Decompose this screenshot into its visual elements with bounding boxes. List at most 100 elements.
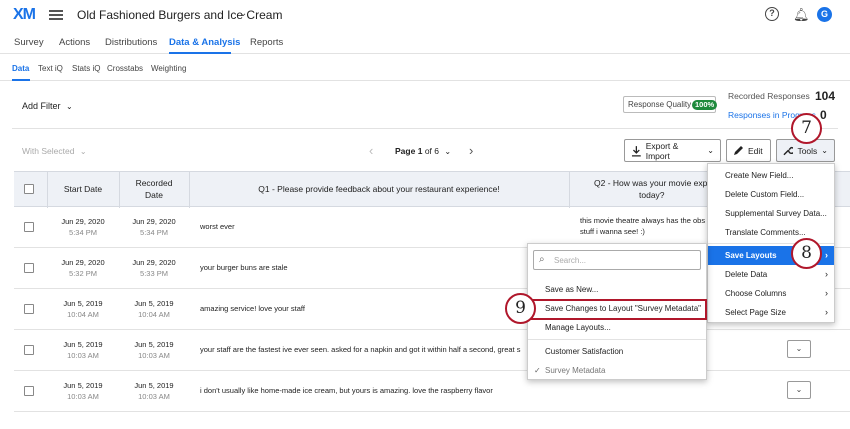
subtab-crosstabs[interactable]: Crosstabs [107, 64, 143, 73]
row-recorded-date: Jun 29, 2020 5:33 PM [132, 258, 176, 278]
tab-data-analysis[interactable]: Data & Analysis [169, 37, 240, 48]
row-actions-button[interactable]: ⌄ [787, 340, 811, 358]
select-all-checkbox[interactable] [24, 184, 34, 194]
response-quality-button[interactable]: Response Quality 100% [623, 96, 718, 113]
row-checkbox[interactable] [24, 345, 34, 355]
checkmark-icon: ✓ [534, 366, 541, 375]
step-callout-8: 8 [791, 238, 822, 269]
manage-layouts-item[interactable]: Manage Layouts... [528, 319, 706, 337]
header-q1[interactable]: Q1 - Please provide feedback about your … [189, 184, 569, 194]
menu-item-select-page-size[interactable]: Select Page Size › [708, 303, 834, 322]
add-filter-label: Add Filter [22, 101, 61, 111]
with-selected-dropdown[interactable]: With Selected ⌄ [22, 146, 87, 156]
table-row[interactable]: Jun 5, 2019 10:03 AM Jun 5, 2019 10:03 AM … [14, 330, 850, 371]
chevron-down-icon[interactable]: ⌄ [239, 8, 247, 19]
row-recorded-date: Jun 5, 2019 10:03 AM [134, 340, 174, 360]
row-actions-button[interactable]: ⌄ [787, 381, 811, 399]
save-as-new-item[interactable]: Save as New... [528, 281, 706, 299]
chevron-down-icon: ⌄ [795, 344, 803, 353]
subtab-text-iq[interactable]: Text iQ [38, 64, 63, 73]
chevron-right-icon: › [825, 288, 828, 298]
wrench-icon [783, 146, 794, 156]
edit-button[interactable]: Edit [726, 139, 771, 162]
highlight-box [531, 299, 707, 320]
row-q1-response: amazing service! love your staff [200, 304, 305, 313]
menu-item-translate-comments[interactable]: Translate Comments... [708, 223, 834, 242]
layout-survey-metadata[interactable]: ✓ Survey Metadata [528, 362, 706, 380]
menu-item-create-new-field[interactable]: Create New Field... [708, 166, 834, 185]
responses-in-progress-count: 0 [820, 108, 827, 122]
chevron-down-icon: ⌄ [66, 102, 73, 111]
chevron-down-icon: ⌄ [707, 146, 714, 155]
hamburger-menu-icon[interactable] [49, 10, 63, 20]
row-recorded-date: Jun 5, 2019 10:03 AM [134, 381, 174, 401]
tab-distributions[interactable]: Distributions [105, 37, 157, 48]
header-q2-line1[interactable]: Q2 - How was your movie exp [594, 178, 707, 188]
chevron-down-icon: ⌄ [79, 147, 87, 156]
sub-nav: Data Text iQ Stats iQ Crosstabs Weightin… [0, 55, 850, 81]
page-prefix: Page [395, 146, 416, 156]
export-import-button[interactable]: Export & Import ⌄ [624, 139, 721, 162]
row-q2-response: this movie theatre always has the obs stu… [580, 216, 706, 236]
menu-item-delete-data[interactable]: Delete Data › [708, 265, 834, 284]
header-recorded-date-line1[interactable]: Recorded [119, 178, 189, 188]
row-start-date: Jun 29, 2020 5:32 PM [61, 258, 105, 278]
chevron-down-icon: ⌄ [444, 147, 452, 156]
row-checkbox[interactable] [24, 386, 34, 396]
main-nav: Survey Actions Distributions Data & Anal… [0, 30, 850, 54]
response-quality-badge: 100% [692, 100, 718, 110]
bell-icon[interactable]: 🔔︎ [793, 7, 810, 23]
xm-logo[interactable]: XM [13, 6, 36, 24]
tab-actions[interactable]: Actions [59, 37, 90, 48]
chevron-right-icon: › [825, 250, 828, 260]
layout-customer-satisfaction[interactable]: Customer Satisfaction [528, 343, 706, 361]
tab-survey[interactable]: Survey [14, 37, 44, 48]
avatar[interactable]: G [817, 7, 832, 22]
page-selector[interactable]: Page 1 of 6 ⌄ [395, 146, 451, 156]
row-start-date: Jun 5, 2019 10:03 AM [63, 340, 103, 360]
recorded-responses-label: Recorded Responses [728, 91, 810, 101]
step-callout-7: 7 [791, 113, 822, 144]
search-placeholder: Search... [554, 256, 587, 265]
menu-item-delete-custom-field[interactable]: Delete Custom Field... [708, 185, 834, 204]
chevron-right-icon: › [825, 269, 828, 279]
header-recorded-date-line2: Date [145, 190, 163, 200]
response-quality-label: Response Quality [628, 100, 692, 109]
row-checkbox[interactable] [24, 304, 34, 314]
tools-label: Tools [797, 145, 818, 156]
help-icon[interactable]: ? [765, 7, 779, 21]
subtab-weighting[interactable]: Weighting [151, 64, 186, 73]
row-q1-response: your burger buns are stale [200, 263, 288, 272]
save-layouts-submenu: ⌕ Search... Save as New... Save Changes … [527, 243, 707, 380]
layout-search-input[interactable]: ⌕ Search... [533, 250, 701, 270]
active-subtab-indicator [12, 79, 30, 81]
chevron-right-icon: › [825, 307, 828, 317]
recorded-responses-count: 104 [815, 89, 836, 103]
row-start-date: Jun 29, 2020 5:34 PM [61, 217, 105, 237]
row-checkbox[interactable] [24, 222, 34, 232]
table-row[interactable]: Jun 5, 2019 10:03 AM Jun 5, 2019 10:03 AM … [14, 371, 850, 412]
menu-item-choose-columns[interactable]: Choose Columns › [708, 284, 834, 303]
header-start-date[interactable]: Start Date [47, 184, 119, 194]
next-page-icon[interactable]: › [469, 143, 473, 158]
row-q1-response: i don't usually like home-made ice cream… [200, 386, 493, 395]
with-selected-label: With Selected [22, 146, 75, 156]
top-bar: XM Old Fashioned Burgers and Ice Cream ⌄… [0, 0, 850, 30]
tab-reports[interactable]: Reports [250, 37, 283, 48]
row-recorded-date: Jun 29, 2020 5:34 PM [132, 217, 176, 237]
subtab-data[interactable]: Data [12, 64, 29, 73]
row-q1-response: worst ever [200, 222, 235, 231]
step-callout-9: 9 [505, 293, 536, 324]
search-icon: ⌕ [539, 254, 545, 265]
add-filter-button[interactable]: Add Filter ⌄ [22, 101, 73, 111]
row-checkbox[interactable] [24, 263, 34, 273]
menu-item-supplemental-survey-data[interactable]: Supplemental Survey Data... [708, 204, 834, 223]
previous-page-icon[interactable]: ‹ [369, 143, 373, 158]
pencil-icon [734, 146, 743, 155]
project-title[interactable]: Old Fashioned Burgers and Ice Cream [77, 8, 282, 22]
row-start-date: Jun 5, 2019 10:04 AM [63, 299, 103, 319]
chevron-down-icon: ⌄ [795, 385, 803, 394]
divider [12, 128, 838, 129]
subtab-stats-iq[interactable]: Stats iQ [72, 64, 100, 73]
chevron-down-icon: ⌄ [821, 146, 828, 155]
